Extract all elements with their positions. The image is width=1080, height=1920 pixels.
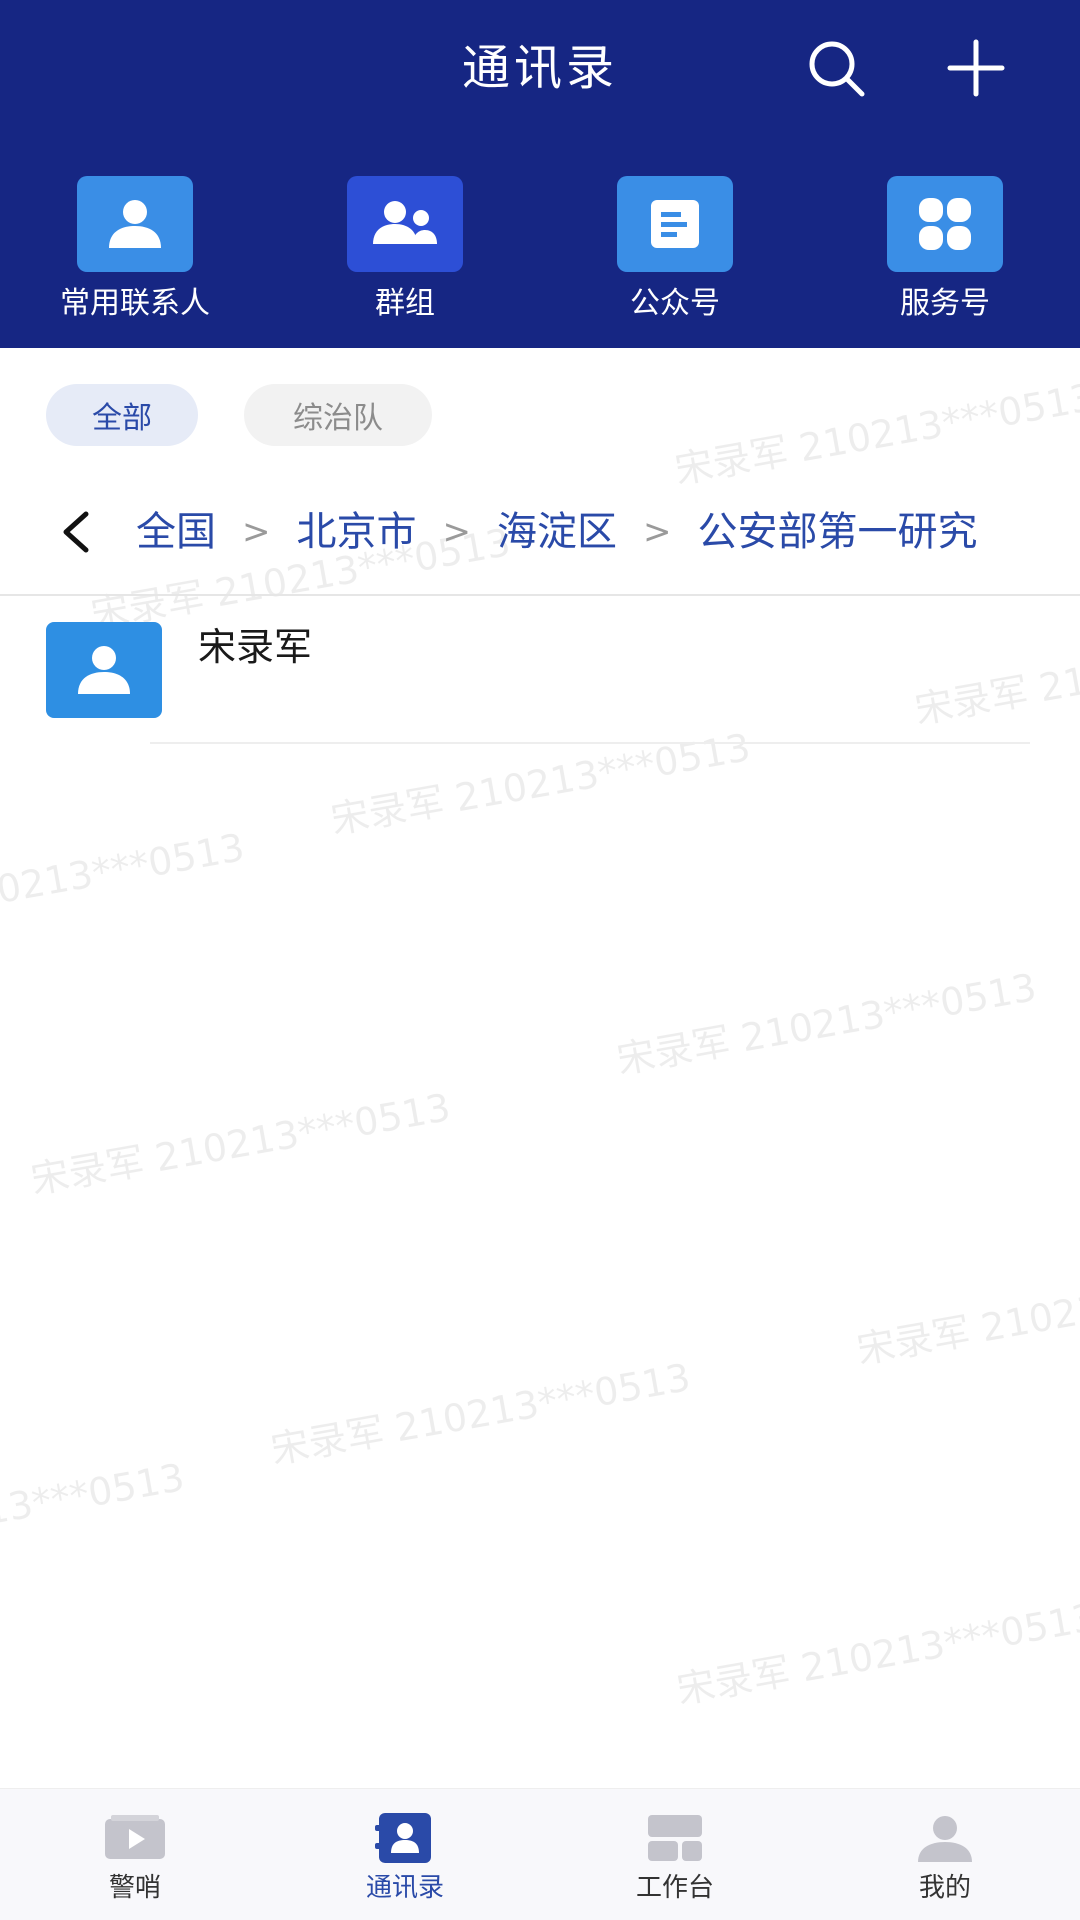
quick-official-accounts[interactable]: 公众号 xyxy=(555,176,795,326)
quick-frequent-contacts[interactable]: 常用联系人 xyxy=(15,176,255,326)
search-icon xyxy=(809,41,865,97)
avatar xyxy=(46,622,162,718)
quick-label: 常用联系人 xyxy=(60,286,210,321)
nav-item-profile[interactable]: 我的 xyxy=(810,1789,1080,1920)
workbench-icon xyxy=(648,1815,702,1861)
breadcrumb-item-org[interactable]: 公安部第一研究 xyxy=(698,502,978,562)
quick-label: 服务号 xyxy=(900,286,990,321)
nav-item-alerts[interactable]: 警哨 xyxy=(0,1789,270,1920)
search-button[interactable] xyxy=(800,36,872,100)
video-icon-wrap xyxy=(102,1813,168,1863)
watermark: 宋录军 210213***0513 xyxy=(613,965,1040,1083)
service-accounts-tile xyxy=(887,176,1003,272)
contact-list-item[interactable]: 宋录军 xyxy=(0,596,1080,744)
watermark: 宋录军 210213***0513 xyxy=(0,1455,188,1572)
grid-icon xyxy=(919,198,971,250)
official-accounts-tile xyxy=(617,176,733,272)
breadcrumb-separator: > xyxy=(242,512,271,552)
quick-groups[interactable]: 群组 xyxy=(285,176,525,326)
frequent-contacts-tile xyxy=(77,176,193,272)
breadcrumb-item-city[interactable]: 北京市 xyxy=(297,502,417,562)
breadcrumb-item-district[interactable]: 海淀区 xyxy=(497,502,617,562)
watermark: 宋录军 210213***0513 xyxy=(27,1085,454,1203)
quick-label: 公众号 xyxy=(630,286,720,321)
quick-service-accounts[interactable]: 服务号 xyxy=(825,176,1065,326)
breadcrumb-separator: > xyxy=(442,512,472,552)
nav-item-contacts[interactable]: 通讯录 xyxy=(270,1789,540,1920)
contact-name: 宋录军 xyxy=(198,625,313,669)
filter-chip-team[interactable]: 综治队 xyxy=(244,384,432,446)
page-title: 通讯录 xyxy=(461,40,618,96)
profile-icon-wrap xyxy=(912,1813,978,1863)
groups-tile xyxy=(347,176,463,272)
profile-icon xyxy=(918,1816,972,1862)
watermark: 宋录军 210213***0513 xyxy=(671,375,1080,493)
nav-label: 警哨 xyxy=(108,1873,161,1903)
nav-item-workbench[interactable]: 工作台 xyxy=(540,1789,810,1920)
group-icon xyxy=(373,201,437,244)
add-button[interactable] xyxy=(940,36,1012,100)
filter-chip-all[interactable]: 全部 xyxy=(46,384,198,446)
quick-access-row: 常用联系人 群组 公众号 服务号 xyxy=(0,176,1080,326)
chevron-left-icon xyxy=(63,511,89,553)
breadcrumb-separator: > xyxy=(643,512,672,552)
contacts-icon xyxy=(375,1813,431,1863)
breadcrumb-item-country[interactable]: 全国 xyxy=(136,502,216,562)
back-button[interactable] xyxy=(46,502,106,562)
row-divider xyxy=(150,742,1030,744)
nav-label: 工作台 xyxy=(635,1873,714,1903)
workbench-icon-wrap xyxy=(642,1813,708,1863)
header-bar: 通讯录 常用联系人 群组 公众号 服务号 xyxy=(0,0,1080,348)
watermark: 宋录军 210213***0513 xyxy=(267,1355,694,1473)
nav-label: 我的 xyxy=(918,1873,971,1903)
breadcrumb: 全国 > 北京市 > 海淀区 > 公安部第一研究 xyxy=(0,494,1080,570)
contacts-icon-wrap xyxy=(372,1813,438,1863)
watermark: 宋录军 210213***0513 xyxy=(0,825,248,942)
person-icon xyxy=(78,646,130,694)
watermark: 宋录军 210213***0513 xyxy=(853,1255,1080,1373)
person-icon xyxy=(109,200,161,248)
bottom-nav: 警哨 通讯录 工作台 我的 xyxy=(0,1788,1080,1920)
video-icon xyxy=(105,1815,165,1859)
plus-icon xyxy=(947,39,1005,97)
document-icon xyxy=(651,200,699,248)
watermark: 宋录军 210213***0513 xyxy=(673,1595,1080,1713)
nav-label: 通讯录 xyxy=(365,1873,444,1903)
quick-label: 群组 xyxy=(375,286,435,321)
